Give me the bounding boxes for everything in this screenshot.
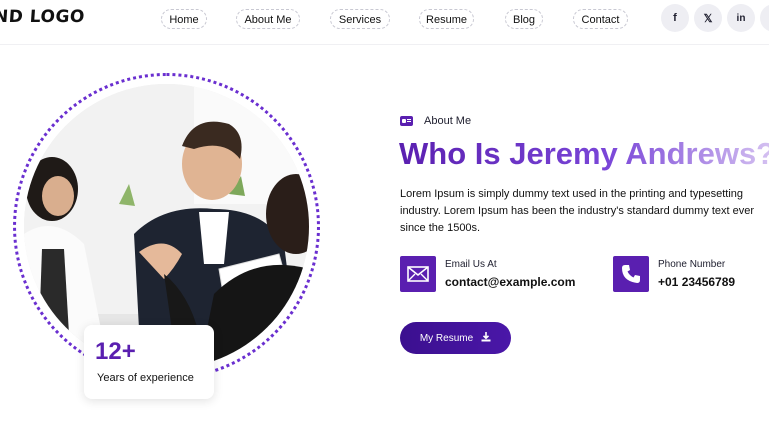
email-block[interactable]: Email Us At contact@example.com xyxy=(400,256,575,292)
about-description: Lorem Ipsum is simply dummy text used in… xyxy=(400,188,755,234)
envelope-icon xyxy=(400,256,436,292)
nav-blog[interactable]: Blog xyxy=(505,9,543,29)
phone-label: Phone Number xyxy=(658,259,726,270)
nav-resume[interactable]: Resume xyxy=(419,9,474,29)
experience-number: 12+ xyxy=(95,338,136,365)
nav-home[interactable]: Home xyxy=(161,9,207,29)
phone-icon xyxy=(613,256,649,292)
about-tag-label: About Me xyxy=(424,115,472,127)
facebook-icon[interactable]: f xyxy=(661,4,689,32)
email-label: Email Us At xyxy=(445,259,497,270)
linkedin-icon[interactable]: in xyxy=(727,4,755,32)
page-title: Who Is Jeremy Andrews? xyxy=(399,136,769,172)
email-value[interactable]: contact@example.com xyxy=(445,275,575,289)
social-icon-partial[interactable] xyxy=(760,4,769,32)
my-resume-button[interactable]: My Resume xyxy=(400,322,511,354)
nav-about-me[interactable]: About Me xyxy=(236,9,300,29)
x-twitter-icon[interactable]: 𝕏 xyxy=(694,4,722,32)
nav-services[interactable]: Services xyxy=(330,9,390,29)
phone-value[interactable]: +01 23456789 xyxy=(658,275,735,289)
download-icon xyxy=(481,331,491,345)
id-card-icon xyxy=(400,116,413,126)
my-resume-label: My Resume xyxy=(419,332,474,344)
nav-contact[interactable]: Contact xyxy=(573,9,628,29)
phone-block[interactable]: Phone Number +01 23456789 xyxy=(613,256,735,292)
site-header: ND LOGO Home About Me Services Resume Bl… xyxy=(0,0,769,45)
about-tag: About Me xyxy=(400,114,471,128)
site-logo[interactable]: ND LOGO xyxy=(0,7,86,27)
experience-label: Years of experience xyxy=(97,372,194,384)
experience-card: 12+ Years of experience xyxy=(84,325,214,399)
